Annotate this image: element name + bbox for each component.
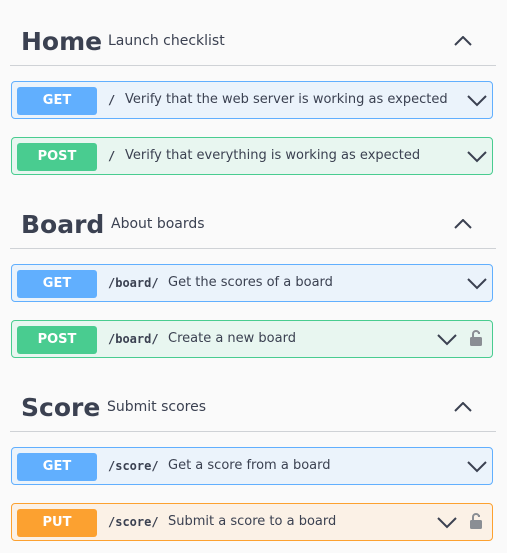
operation-summary: Get a score from a board [168,458,331,473]
operation-post-root[interactable]: POST / Verify that everything is working… [11,137,493,175]
operation-summary: Submit a score to a board [168,514,337,529]
tag-section-score: Score Submit scores GET /score/ Get a sc… [10,366,496,541]
operation-path: / [108,93,116,107]
tag-description: About boards [111,216,205,232]
tag-section-board: Board About boards GET /board/ Get the s… [10,183,496,358]
method-badge-post: POST [17,143,97,171]
operation-path: /board/ [108,276,159,290]
chevron-up-icon[interactable] [454,36,472,46]
method-badge-get: GET [17,270,97,298]
operation-summary: Verify that the web server is working as… [125,92,448,107]
chevron-down-icon[interactable] [437,517,457,529]
tag-title: Home [21,27,103,56]
operation-post-board[interactable]: POST /board/ Create a new board [11,320,493,358]
chevron-down-icon[interactable] [467,95,487,107]
tag-section-home: Home Launch checklist GET / Verify that … [10,0,496,175]
chevron-up-icon[interactable] [454,219,472,229]
operation-summary: Create a new board [168,331,296,346]
operation-put-score[interactable]: PUT /score/ Submit a score to a board [11,503,493,541]
method-badge-get: GET [17,87,97,115]
operation-path: / [108,149,116,163]
method-badge-get: GET [17,453,97,481]
tag-title: Score [21,393,101,422]
tag-description: Launch checklist [108,33,225,49]
method-badge-put: PUT [17,509,97,537]
chevron-down-icon[interactable] [467,461,487,473]
operation-path: /score/ [108,459,159,473]
tag-title: Board [21,210,105,239]
operation-summary: Get the scores of a board [168,275,333,290]
chevron-down-icon[interactable] [467,151,487,163]
operation-get-score[interactable]: GET /score/ Get a score from a board [11,447,493,485]
tag-description: Submit scores [107,399,207,415]
operation-get-root[interactable]: GET / Verify that the web server is work… [11,81,493,119]
operation-path: /board/ [108,332,159,346]
tag-header-score[interactable]: Score Submit scores [10,366,496,432]
chevron-up-icon[interactable] [454,402,472,412]
method-badge-post: POST [17,326,97,354]
operation-get-board[interactable]: GET /board/ Get the scores of a board [11,264,493,302]
operation-summary: Verify that everything is working as exp… [125,148,421,163]
unlocked-padlock-icon[interactable] [469,329,483,347]
chevron-down-icon[interactable] [467,278,487,290]
tag-header-board[interactable]: Board About boards [10,183,496,249]
tag-header-home[interactable]: Home Launch checklist [10,0,496,66]
unlocked-padlock-icon[interactable] [469,512,483,530]
chevron-down-icon[interactable] [437,334,457,346]
operation-path: /score/ [108,515,159,529]
